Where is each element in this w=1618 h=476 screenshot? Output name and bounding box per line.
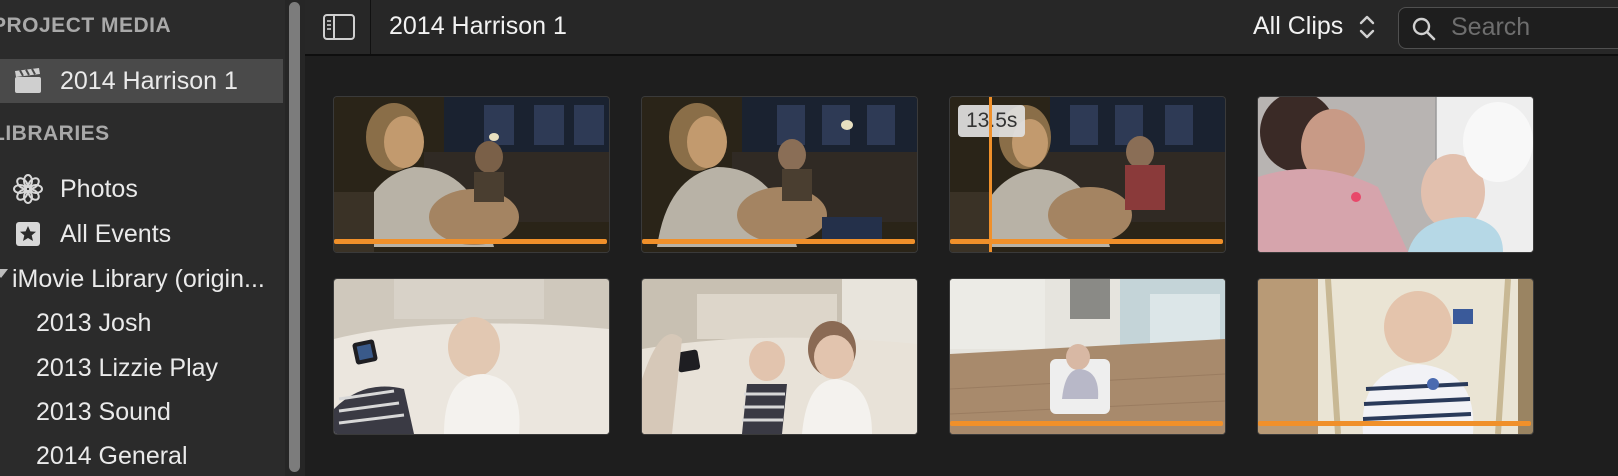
clip-frame-image	[1258, 279, 1533, 434]
clip-thumbnail[interactable]: 13.5s	[950, 97, 1225, 252]
clip-thumbnail[interactable]	[642, 97, 917, 252]
sidebar-item-project[interactable]: 2014 Harrison 1	[0, 59, 283, 103]
clip-thumbnail[interactable]	[642, 279, 917, 434]
clip-frame-image	[950, 279, 1225, 434]
sidebar-toggle-icon[interactable]	[319, 11, 359, 43]
clapperboard-icon	[15, 68, 41, 93]
clip-frame-image	[642, 97, 917, 252]
sidebar-item-label: 2014 Harrison 1	[60, 66, 238, 95]
star-box-icon	[16, 222, 40, 246]
clip-filter-popup[interactable]: All Clips	[1253, 12, 1343, 41]
sidebar-item-imovie-library[interactable]: iMovie Library (origin...	[0, 257, 283, 301]
search-icon	[1412, 17, 1436, 41]
clip-thumbnail[interactable]	[1258, 97, 1533, 252]
clip-frame-image	[334, 279, 609, 434]
used-range-bar	[1258, 421, 1531, 426]
used-range-bar	[334, 239, 607, 244]
clip-frame-image	[1258, 97, 1533, 252]
used-range-bar	[642, 239, 915, 244]
sidebar-item-event[interactable]: 2014 General	[0, 434, 283, 476]
libraries-sidebar: PROJECT MEDIA 2014 Harrison 1 LIBRARIES …	[0, 0, 285, 476]
sidebar-item-label: 2013 Lizzie Play	[36, 353, 219, 382]
search-input[interactable]	[1451, 12, 1618, 42]
chevron-up-down-icon[interactable]	[1357, 13, 1377, 41]
sidebar-scrollbar-thumb[interactable]	[289, 2, 300, 472]
toolbar-divider	[370, 0, 371, 54]
used-range-bar	[950, 421, 1223, 426]
clip-thumbnail[interactable]	[950, 279, 1225, 434]
sidebar-item-event[interactable]: 2013 Josh	[0, 301, 283, 345]
clip-frame-image	[642, 279, 917, 434]
clip-thumbnail[interactable]	[1258, 279, 1533, 434]
clip-frame-image	[334, 97, 609, 252]
project-media-header: PROJECT MEDIA	[0, 14, 172, 37]
sidebar-item-event[interactable]: 2013 Lizzie Play	[0, 346, 283, 390]
disclosure-triangle-icon[interactable]	[0, 269, 8, 278]
sidebar-item-photos[interactable]: Photos	[0, 167, 283, 211]
sidebar-item-label: Photos	[60, 174, 138, 203]
event-title: 2014 Harrison 1	[389, 12, 567, 40]
clip-thumbnail[interactable]	[334, 279, 609, 434]
used-range-bar	[950, 239, 1223, 244]
sidebar-item-event[interactable]: 2013 Sound	[0, 390, 283, 434]
sidebar-item-all-events[interactable]: All Events	[0, 212, 283, 256]
photos-icon	[13, 174, 43, 204]
sidebar-item-label: iMovie Library (origin...	[12, 264, 265, 293]
browser-toolbar: 2014 Harrison 1 All Clips	[305, 0, 1618, 56]
libraries-header: LIBRARIES	[0, 122, 110, 145]
clip-browser: 13.5s	[305, 56, 1618, 476]
sidebar-item-label: 2014 General	[36, 441, 188, 470]
sidebar-item-label: 2013 Josh	[36, 308, 152, 337]
clip-thumbnail[interactable]	[334, 97, 609, 252]
search-field[interactable]	[1398, 7, 1618, 49]
sidebar-item-label: All Events	[60, 219, 172, 248]
sidebar-item-label: 2013 Sound	[36, 397, 171, 426]
skimmer-playhead[interactable]	[989, 97, 992, 252]
